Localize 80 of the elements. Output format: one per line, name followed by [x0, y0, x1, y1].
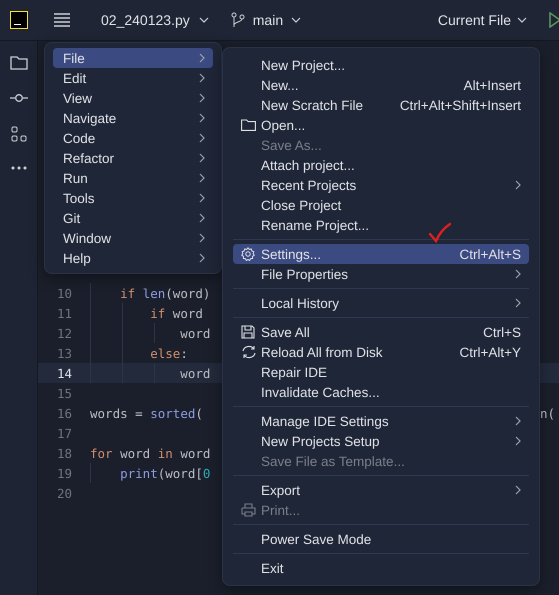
chevron-down-icon [291, 17, 302, 23]
menu-item[interactable]: Local History [233, 293, 529, 313]
menu-item[interactable]: Save All Ctrl+S [233, 322, 529, 342]
chevron-down-icon [198, 17, 209, 23]
app-logo-icon[interactable] [10, 11, 28, 29]
code-line: else: [149, 346, 188, 360]
code-line: if word [149, 306, 203, 320]
run-config-dropdown[interactable]: Current File [432, 8, 533, 32]
line-number: 13 [56, 346, 73, 360]
menu-item[interactable]: Edit [53, 68, 213, 88]
line-number: 15 [56, 386, 73, 400]
shortcut-label: Ctrl+Alt+S [459, 246, 521, 262]
commit-icon[interactable] [10, 94, 28, 102]
line-number: 16 [56, 406, 73, 420]
line-number: 19 [56, 466, 73, 480]
menu-item[interactable]: New... Alt+Insert [233, 75, 529, 95]
menu-item[interactable]: File [53, 48, 213, 68]
code-line: for word in word [90, 446, 210, 460]
menu-item[interactable]: Invalidate Caches... [233, 382, 529, 402]
menu-item[interactable]: Manage IDE Settings [233, 411, 529, 431]
chevron-right-icon [515, 485, 521, 495]
menu-item[interactable]: New Projects Setup [233, 431, 529, 451]
menu-item[interactable]: Settings... Ctrl+Alt+S [233, 244, 529, 264]
menu-item[interactable]: Attach project... [233, 155, 529, 175]
menu-item[interactable]: Rename Project... [233, 215, 529, 235]
menu-item[interactable]: Export [233, 480, 529, 500]
line-number: 11 [56, 306, 73, 320]
folder-icon[interactable] [10, 55, 28, 70]
line-number: 17 [56, 426, 73, 440]
more-icon[interactable] [10, 166, 26, 170]
branch-dropdown[interactable]: main [224, 8, 308, 32]
shortcut-label: Ctrl+Alt+Shift+Insert [400, 98, 521, 112]
branch-icon [230, 12, 245, 28]
folder-icon [241, 119, 256, 131]
project-dropdown[interactable]: 02_240123.py [95, 8, 215, 32]
menu-icon[interactable] [53, 13, 71, 27]
shortcut-label: Ctrl+S [483, 324, 521, 340]
settings-icon [241, 247, 255, 261]
menu-item[interactable]: View [53, 88, 213, 108]
menu-item[interactable]: Help [53, 248, 213, 268]
menu-item[interactable]: Reload All from Disk Ctrl+Alt+Y [233, 342, 529, 362]
run-icon[interactable] [549, 12, 559, 28]
code-fragment: n( [540, 406, 556, 420]
code-line: if len(word) [119, 286, 210, 300]
menu-item[interactable]: New Project... [233, 55, 529, 75]
shortcut-label: Alt+Insert [464, 78, 521, 92]
chevron-right-icon [515, 298, 521, 308]
menu-item[interactable]: Open... [233, 115, 529, 135]
menu-item[interactable]: Repair IDE [233, 362, 529, 382]
code-line: word [179, 366, 210, 380]
menu-item[interactable]: Run [53, 168, 213, 188]
shortcut-label: Ctrl+Alt+Y [459, 344, 521, 360]
structure-icon[interactable] [10, 126, 26, 142]
line-number: 18 [56, 446, 73, 460]
annotation-checkmark [428, 222, 452, 244]
line-number: 10 [56, 286, 73, 300]
line-number: 12 [56, 326, 73, 340]
menu-item[interactable]: Close Project [233, 195, 529, 215]
code-line: words = sorted( [90, 406, 203, 420]
line-number: 20 [56, 486, 73, 500]
menu-item[interactable]: Tools [53, 188, 213, 208]
reload-icon [241, 345, 257, 359]
menu-item[interactable]: Navigate [53, 108, 213, 128]
code-line: word [179, 326, 210, 340]
menu-item[interactable]: Power Save Mode [233, 529, 529, 549]
code-line: print(word[0 [119, 466, 210, 480]
line-number: 14 [56, 366, 73, 380]
menu-item[interactable]: New Scratch File Ctrl+Alt+Shift+Insert [233, 95, 529, 115]
chevron-down-icon [517, 17, 527, 23]
menu-item[interactable]: Git [53, 208, 213, 228]
menu-item[interactable]: Refactor [53, 148, 213, 168]
chevron-right-icon [515, 269, 521, 279]
menu-item[interactable]: Recent Projects [233, 175, 529, 195]
chevron-right-icon [515, 180, 521, 190]
menu-item[interactable]: File Properties [233, 264, 529, 284]
menu-item[interactable]: Window [53, 228, 213, 248]
save-icon [241, 325, 255, 339]
menu-item[interactable]: Code [53, 128, 213, 148]
printer-icon [241, 503, 256, 517]
menu-item[interactable]: Exit [233, 558, 529, 578]
